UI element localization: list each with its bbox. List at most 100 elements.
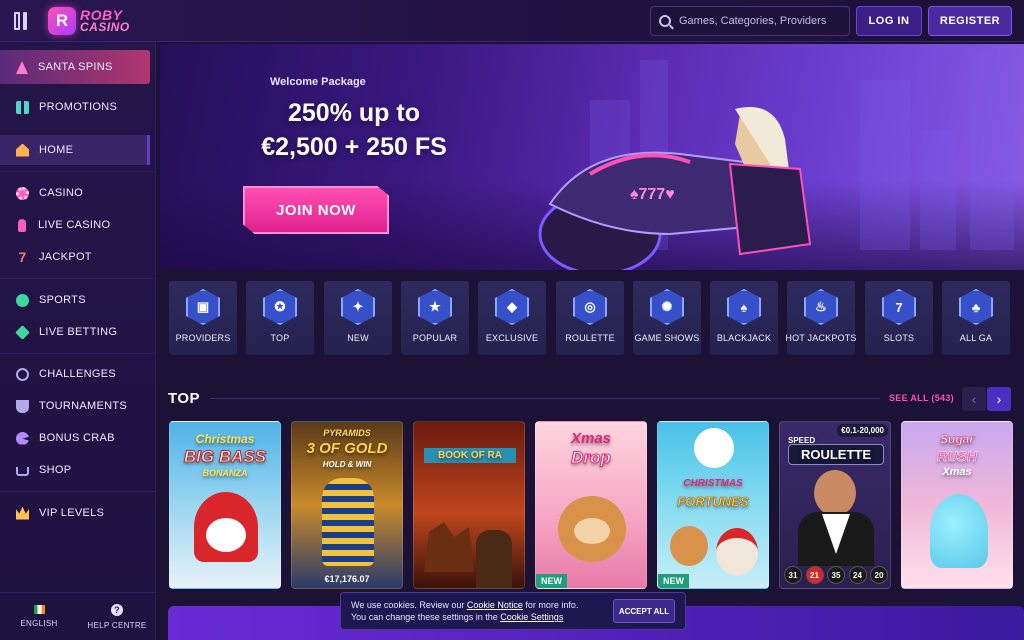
register-button[interactable]: REGISTER <box>928 6 1012 36</box>
cookie-text-part: for more info. <box>522 600 579 610</box>
category-icon: ▣ <box>186 289 220 325</box>
sidebar-item-home[interactable]: HOME <box>0 135 150 165</box>
hero-title-line1: 250% up to <box>288 99 420 127</box>
sidebar-item-tournaments[interactable]: TOURNAMENTS <box>0 391 150 421</box>
game-tile[interactable]: Xmas Drop NEW <box>535 421 647 589</box>
pharaoh-figure <box>322 478 374 566</box>
cookie-notice-link[interactable]: Cookie Notice <box>467 600 523 610</box>
help-centre-link[interactable]: ? HELP CENTRE <box>78 593 156 640</box>
sidebar-item-casino[interactable]: CASINO <box>0 178 150 208</box>
jackpot-amount: €17,176.07 <box>324 574 370 584</box>
candy-jar-figure <box>930 494 988 568</box>
category-top[interactable]: ✪ TOP <box>246 281 314 355</box>
accept-all-button[interactable]: ACCEPT ALL <box>613 599 675 623</box>
city-building <box>970 50 1014 250</box>
category-new[interactable]: ✦ NEW <box>324 281 392 355</box>
sidebar-item-label: PROMOTIONS <box>39 101 118 113</box>
roulette-number: 20 <box>870 566 888 584</box>
sidebar-item-live-betting[interactable]: LIVE BETTING <box>0 317 150 347</box>
new-badge: NEW <box>536 574 567 588</box>
sidebar-item-label: TOURNAMENTS <box>39 400 128 412</box>
bear-face <box>574 518 610 544</box>
login-button[interactable]: LOG IN <box>856 6 922 36</box>
divider <box>0 491 156 492</box>
search-box[interactable] <box>650 6 850 36</box>
see-all-link[interactable]: SEE ALL (543) <box>889 393 954 403</box>
search-icon <box>659 15 671 27</box>
flag-ireland-icon <box>33 605 45 614</box>
sidebar-item-challenges[interactable]: CHALLENGES <box>0 359 150 389</box>
sidebar-item-label: SPORTS <box>39 294 86 306</box>
sidebar-item-vip-levels[interactable]: VIP LEVELS <box>0 498 150 528</box>
section-title: TOP <box>168 390 201 407</box>
game-subtitle: BONANZA <box>202 468 248 478</box>
game-tile[interactable]: Christmas BIG BASS BONANZA <box>169 421 281 589</box>
sidebar-item-promotions[interactable]: PROMOTIONS <box>0 92 150 122</box>
category-blackjack[interactable]: ♠ BLACKJACK <box>710 281 778 355</box>
category-providers[interactable]: ▣ PROVIDERS <box>169 281 237 355</box>
logo[interactable]: R ROBY CASINO <box>48 6 130 36</box>
next-arrow-button[interactable]: › <box>987 387 1011 411</box>
game-title-top: CHRISTMAS <box>683 478 743 489</box>
cart-icon <box>16 466 29 476</box>
bike-plate: ♠777♥ <box>630 186 675 203</box>
game-tile[interactable]: CHRISTMAS FORTUNES NEW <box>657 421 769 589</box>
category-hot-jackpots[interactable]: ♨ HOT JACKPOTS <box>785 281 856 355</box>
help-icon: ? <box>111 603 123 616</box>
roulette-number: 24 <box>848 566 867 584</box>
cookie-settings-link[interactable]: Cookie Settings <box>500 612 563 622</box>
tree-icon <box>16 60 28 74</box>
category-icon: 7 <box>882 289 916 325</box>
category-slots[interactable]: 7 SLOTS <box>865 281 933 355</box>
category-game-shows[interactable]: ✺ GAME SHOWS <box>633 281 701 355</box>
seven-icon: 7 <box>18 248 27 265</box>
sidebar-item-jackpot[interactable]: 7 JACKPOT <box>0 242 150 272</box>
logo-line2: CASINO <box>80 20 130 34</box>
sidebar-item-shop[interactable]: SHOP <box>0 455 150 485</box>
category-icon: ◆ <box>495 289 529 325</box>
category-icon: ◎ <box>573 289 607 325</box>
prev-arrow-button[interactable]: ‹ <box>962 387 986 411</box>
category-exclusive[interactable]: ◆ EXCLUSIVE <box>478 281 546 355</box>
sidebar-item-sports[interactable]: SPORTS <box>0 285 150 315</box>
game-title-top: Sugar <box>939 432 975 447</box>
game-tile[interactable]: PYRAMIDS 3 OF GOLD HOLD & WIN €17,176.07 <box>291 421 403 589</box>
medal-icon <box>16 367 29 381</box>
bet-icon <box>15 324 30 340</box>
category-popular[interactable]: ★ POPULAR <box>401 281 469 355</box>
game-subtitle: HOLD & WIN <box>322 460 372 469</box>
category-label: PROVIDERS <box>175 333 231 343</box>
sidebar-item-santa-spins[interactable]: SANTA SPINS <box>0 50 150 84</box>
trophy-icon <box>16 399 29 413</box>
game-title: FORTUNES <box>677 494 749 510</box>
game-tile[interactable]: €0.1-20,000 SPEED ROULETTE 31 21 35 24 20 <box>779 421 891 589</box>
temple-figure <box>424 522 474 572</box>
search-input[interactable] <box>679 15 839 27</box>
help-label: HELP CENTRE <box>87 620 147 630</box>
category-icon: ♠ <box>727 289 761 325</box>
crab-icon <box>16 431 29 445</box>
category-icon: ★ <box>418 289 452 325</box>
game-title: 3 OF GOLD <box>306 440 388 457</box>
hero-banner: Welcome Package 250% up to €2,500 + 250 … <box>160 44 1024 270</box>
category-all-ga[interactable]: ♣ ALL GA <box>942 281 1010 355</box>
game-title: BOOK OF RA <box>424 448 516 463</box>
roulette-number: 35 <box>827 566 845 584</box>
hero-title-line2: €2,500 + 250 FS <box>261 133 447 161</box>
hero-subtitle: Welcome Package <box>270 76 366 88</box>
join-now-button[interactable]: JOIN NOW <box>243 186 389 234</box>
new-badge: NEW <box>658 574 689 588</box>
category-label: ROULETTE <box>565 333 615 343</box>
sidebar-item-label: VIP LEVELS <box>39 507 105 519</box>
category-label: EXCLUSIVE <box>485 333 539 343</box>
sidebar-item-bonus-crab[interactable]: BONUS CRAB <box>0 423 150 453</box>
sidebar-item-live-casino[interactable]: LIVE CASINO <box>0 210 150 240</box>
category-label: TOP <box>270 333 290 343</box>
game-tile[interactable]: Sugar RUSH Xmas <box>901 421 1013 589</box>
explorer-figure <box>476 530 512 588</box>
language-selector[interactable]: ENGLISH <box>0 593 78 640</box>
divider <box>0 353 156 354</box>
category-roulette[interactable]: ◎ ROULETTE <box>556 281 624 355</box>
menu-toggle-icon[interactable] <box>14 12 32 30</box>
game-tile[interactable]: BOOK OF RA <box>413 421 525 589</box>
